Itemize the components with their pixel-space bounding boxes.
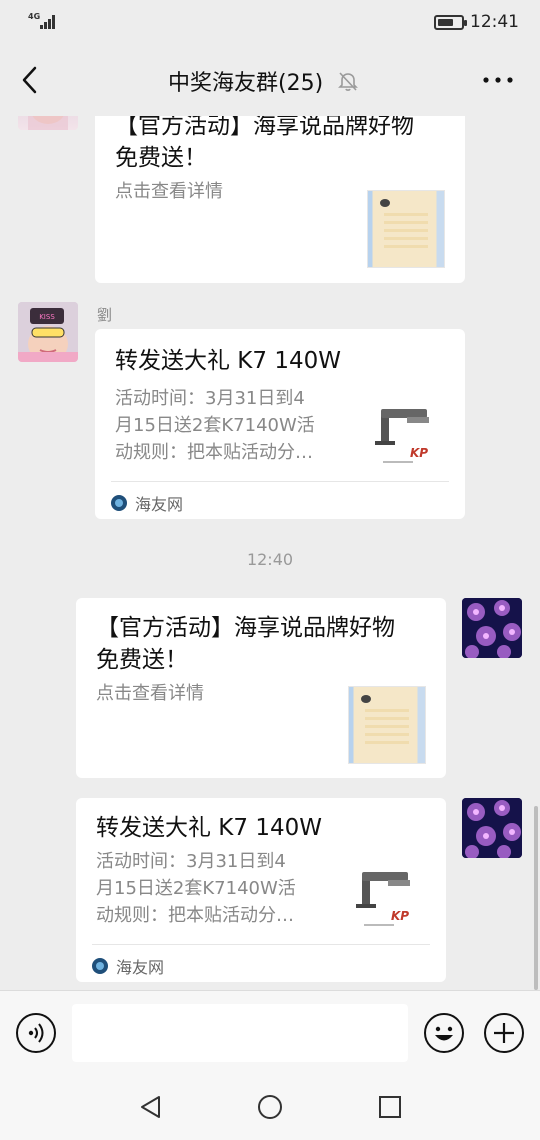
more-functions-button[interactable] [484,1013,524,1053]
card-description: 活动时间：3月31日到4 [115,388,305,409]
battery-icon [434,15,467,30]
card-description: 动规则：把本贴活动分… [96,905,294,926]
card-thumbnail: KP [375,409,429,463]
card-description: 月15日送2套K7140W活 [96,878,296,899]
card-title: 转发送大礼 K7 140W [96,815,322,841]
card-source: 海友网 [92,954,164,978]
my-avatar[interactable] [462,598,522,658]
svg-text:KP: KP [391,909,409,923]
card-description: 活动时间：3月31日到4 [96,851,286,872]
square-recent-icon[interactable] [377,1094,403,1120]
card-title: 免费送！ [115,145,207,171]
card-source: 海友网 [111,491,183,515]
card-title: 转发送大礼 K7 140W [115,348,341,374]
circle-home-icon[interactable] [257,1094,283,1120]
svg-text:KP: KP [410,446,428,460]
card-title: 【官方活动】海享说品牌好物 [96,615,395,641]
voice-button[interactable] [16,1013,56,1053]
card-thumbnail [367,190,445,268]
card-thumbnail: KP [356,872,410,926]
card-description: 点击查看详情 [115,181,223,202]
emoji-icon [435,1026,453,1041]
link-card[interactable]: 【官方活动】海享说品牌好物 免费送！ 点击查看详情 [76,598,446,778]
chat-title: 中奖海友群(25) [168,71,324,96]
source-logo-icon [111,495,127,511]
sender-avatar[interactable] [18,116,78,130]
signal-icon: 4G [28,13,58,31]
message-input-bar [0,990,540,1074]
chat-scrollbar[interactable] [534,806,538,990]
chat-header: 中奖海友群(25) [0,44,540,116]
source-name: 海友网 [135,495,184,514]
voice-icon [28,1023,44,1043]
bell-off-icon [338,72,359,91]
my-avatar[interactable] [462,798,522,858]
message-input[interactable] [72,1004,408,1062]
card-divider [92,944,430,945]
sender-name: 劉 [97,306,113,324]
status-bar: 4G 12:41 [0,0,540,44]
message-timestamp: 12:40 [246,550,294,569]
ellipsis-icon [483,77,513,83]
system-nav-bar [0,1074,540,1140]
link-card[interactable]: 转发送大礼 K7 140W 活动时间：3月31日到4 月15日送2套K7140W… [76,798,446,982]
card-description: 动规则：把本贴活动分… [115,442,313,463]
back-button[interactable] [12,62,48,98]
chat-messages[interactable]: 【官方活动】海享说品牌好物 免费送！ 点击查看详情 KISS 劉 转发送大礼 K… [0,116,540,990]
sender-avatar[interactable]: KISS [18,302,78,362]
link-card[interactable]: 【官方活动】海享说品牌好物 免费送！ 点击查看详情 [95,116,465,283]
card-title: 【官方活动】海享说品牌好物 [115,116,414,139]
network-type: 4G [28,12,41,21]
source-name: 海友网 [116,958,165,977]
triangle-back-icon[interactable] [138,1094,164,1120]
more-options-button[interactable] [478,64,518,96]
link-card[interactable]: 转发送大礼 K7 140W 活动时间：3月31日到4 月15日送2套K7140W… [95,329,465,519]
card-thumbnail [348,686,426,764]
plus-icon [494,1023,514,1043]
card-divider [111,481,449,482]
chevron-left-icon [22,66,37,94]
source-logo-icon [92,958,108,974]
status-time: 12:41 [470,12,519,32]
card-description: 点击查看详情 [96,683,204,704]
card-title: 免费送！ [96,647,188,673]
svg-text:KISS: KISS [39,313,55,321]
card-description: 月15日送2套K7140W活 [115,415,315,436]
emoji-button[interactable] [424,1013,464,1053]
